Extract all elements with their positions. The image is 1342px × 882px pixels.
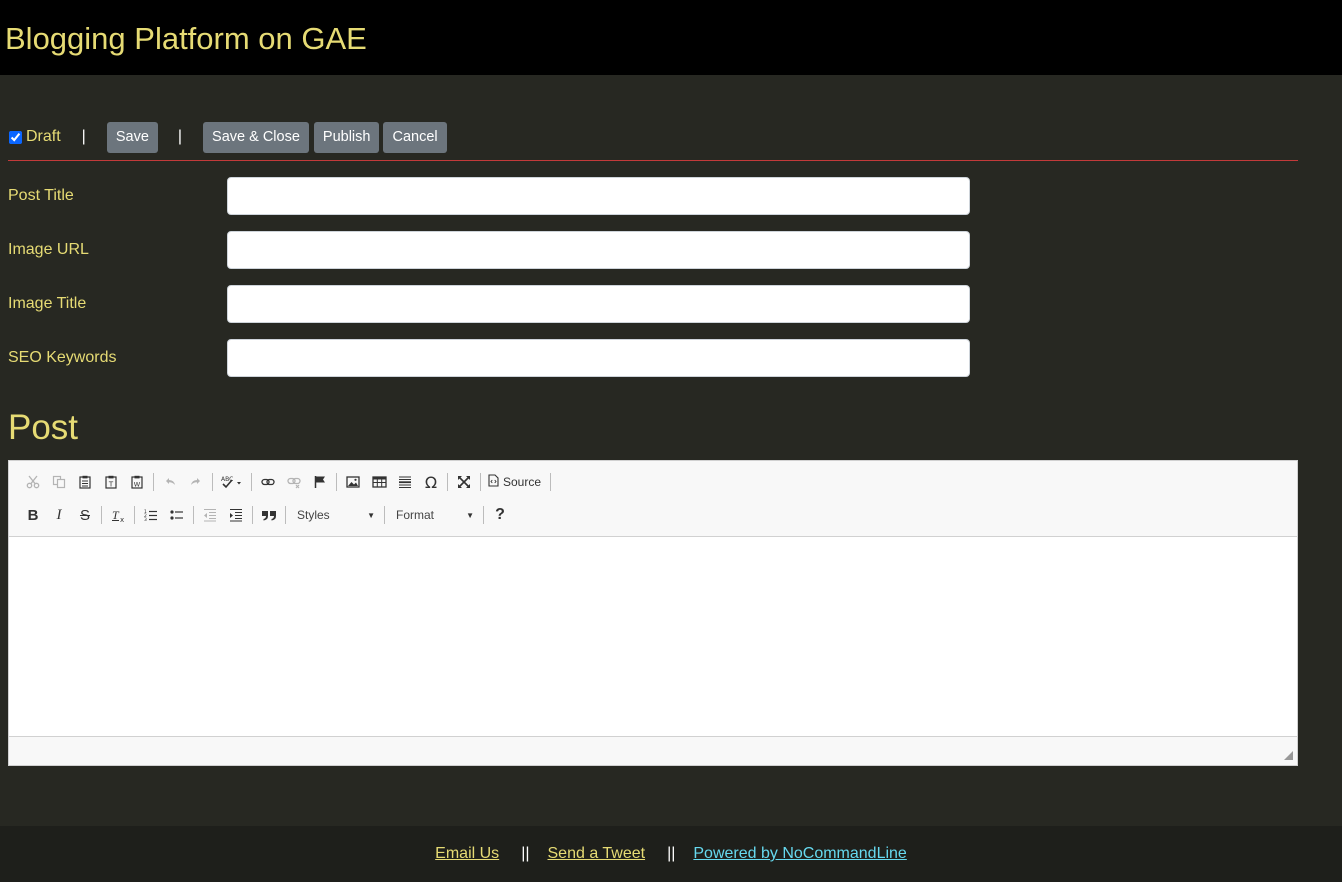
image-url-row: Image URL <box>8 231 970 269</box>
chevron-down-icon: ▼ <box>367 510 375 520</box>
toolbar-separator <box>336 473 337 491</box>
toolbar-separator <box>483 506 484 524</box>
save-close-button[interactable]: Save & Close <box>203 121 309 153</box>
footer-separator: || <box>521 845 530 862</box>
cut-icon[interactable] <box>20 469 46 495</box>
seo-keywords-row: SEO Keywords <box>8 339 970 377</box>
toolbar-separator <box>252 506 253 524</box>
format-label: Format <box>396 508 435 522</box>
image-title-label: Image Title <box>8 295 87 312</box>
post-title-row: Post Title <box>8 177 970 215</box>
toolbar-divider <box>8 160 1298 161</box>
maximize-icon[interactable] <box>451 469 477 495</box>
resize-handle-icon[interactable] <box>1284 751 1293 760</box>
increase-indent-icon[interactable] <box>223 502 249 528</box>
blockquote-icon[interactable] <box>256 502 282 528</box>
toolbar-separator <box>153 473 154 491</box>
svg-text:ABC: ABC <box>221 476 233 483</box>
spellcheck-icon[interactable]: ABC <box>216 469 248 495</box>
styles-label: Styles <box>297 508 330 522</box>
image-icon[interactable] <box>340 469 366 495</box>
anchor-icon[interactable] <box>307 469 333 495</box>
image-url-input[interactable] <box>227 231 970 269</box>
chevron-down-icon: ▼ <box>466 510 474 520</box>
send-tweet-link[interactable]: Send a Tweet <box>548 845 646 863</box>
email-us-link[interactable]: Email Us <box>435 845 499 863</box>
source-button[interactable]: Source <box>484 469 547 495</box>
svg-text:T: T <box>112 508 120 522</box>
redo-icon[interactable] <box>183 469 209 495</box>
image-url-label: Image URL <box>8 241 89 258</box>
seo-keywords-label: SEO Keywords <box>8 349 117 366</box>
editor-toolbar-row-1: T W ABC Ω Source <box>20 469 554 495</box>
svg-text:x: x <box>120 516 124 523</box>
strikethrough-icon[interactable]: S <box>72 502 98 528</box>
editor-toolbar: T W ABC Ω Source B I S T x 1 2 3 Styles … <box>9 461 1297 536</box>
bulleted-list-icon[interactable] <box>164 502 190 528</box>
app-header: Blogging Platform on GAE <box>0 0 1342 75</box>
toolbar-separator <box>101 506 102 524</box>
toolbar-separator <box>550 473 552 491</box>
remove-format-icon[interactable]: Tx <box>105 502 131 528</box>
footer: Email Us || Send a Tweet || Powered by N… <box>0 826 1342 882</box>
format-dropdown[interactable]: Format ▼ <box>388 503 480 527</box>
toolbar-separator <box>251 473 252 491</box>
link-icon[interactable] <box>255 469 281 495</box>
editor-toolbar-row-2: B I S Tx 123 Styles ▼ Format ▼ ? <box>20 502 513 528</box>
copy-icon[interactable] <box>46 469 72 495</box>
editor-content-area[interactable] <box>9 536 1297 737</box>
rich-text-editor: T W ABC Ω Source B I S T x 1 2 3 Styles … <box>8 460 1298 766</box>
toolbar-separator <box>480 473 481 491</box>
bold-icon[interactable]: B <box>20 502 46 528</box>
undo-icon[interactable] <box>157 469 183 495</box>
draft-toggle[interactable]: Draft <box>8 128 61 146</box>
post-heading: Post <box>8 408 79 447</box>
toolbar-separator: | <box>177 128 183 145</box>
powered-by-link[interactable]: Powered by NoCommandLine <box>693 845 906 863</box>
svg-text:T: T <box>108 481 114 489</box>
svg-text:3: 3 <box>144 517 147 522</box>
toolbar-separator <box>447 473 448 491</box>
paste-icon[interactable] <box>72 469 98 495</box>
post-title-input[interactable] <box>227 177 970 215</box>
table-icon[interactable] <box>366 469 392 495</box>
footer-separator: || <box>667 845 676 862</box>
paste-word-icon[interactable]: W <box>124 469 150 495</box>
svg-text:W: W <box>134 481 141 489</box>
source-label: Source <box>503 475 542 489</box>
toolbar-separator: | <box>81 128 86 145</box>
publish-button[interactable]: Publish <box>313 121 380 153</box>
help-icon[interactable]: ? <box>487 502 513 528</box>
seo-keywords-input[interactable] <box>227 339 970 377</box>
special-char-icon[interactable]: Ω <box>418 469 444 495</box>
image-title-input[interactable] <box>227 285 970 323</box>
post-title-label: Post Title <box>8 187 74 204</box>
app-title: Blogging Platform on GAE <box>5 21 367 56</box>
image-title-row: Image Title <box>8 285 970 323</box>
paste-text-icon[interactable]: T <box>98 469 124 495</box>
post-toolbar: Draft | Save | Save & Close Publish Canc… <box>8 121 447 153</box>
toolbar-separator <box>193 506 194 524</box>
toolbar-separator <box>285 506 286 524</box>
toolbar-separator <box>134 506 135 524</box>
numbered-list-icon[interactable]: 123 <box>138 502 164 528</box>
styles-dropdown[interactable]: Styles ▼ <box>289 503 381 527</box>
italic-icon[interactable]: I <box>46 502 72 528</box>
unlink-icon[interactable] <box>281 469 307 495</box>
toolbar-separator <box>384 506 385 524</box>
cancel-button[interactable]: Cancel <box>383 121 447 153</box>
save-button[interactable]: Save <box>106 121 158 153</box>
decrease-indent-icon[interactable] <box>197 502 223 528</box>
horizontal-rule-icon[interactable] <box>392 469 418 495</box>
toolbar-separator <box>212 473 213 491</box>
source-icon <box>488 474 499 490</box>
draft-checkbox[interactable] <box>9 130 22 144</box>
draft-label: Draft <box>26 128 61 145</box>
